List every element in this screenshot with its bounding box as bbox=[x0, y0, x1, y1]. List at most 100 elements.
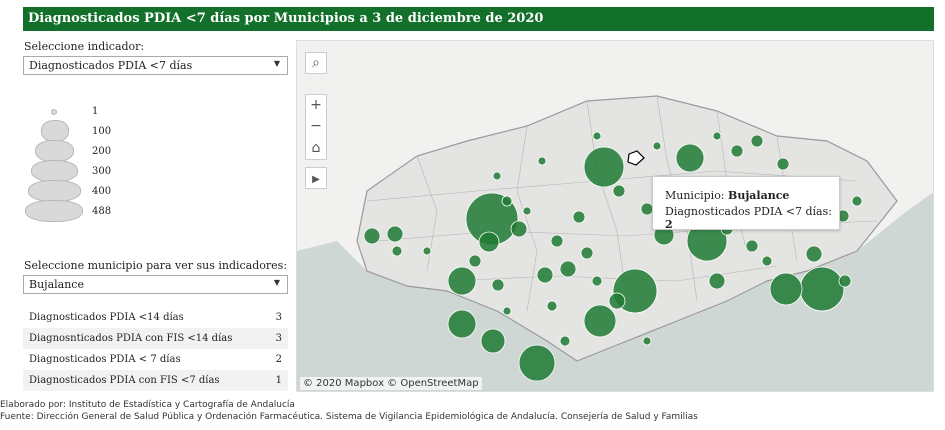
case-bubble[interactable] bbox=[799, 266, 845, 312]
case-bubble[interactable] bbox=[492, 171, 502, 181]
table-row: Diagnosticados PDIA con FIS <7 días 1 bbox=[23, 370, 288, 391]
case-bubble[interactable] bbox=[386, 225, 404, 243]
play-icon: ▶ bbox=[312, 174, 320, 185]
legend-circle-icon bbox=[51, 109, 57, 115]
case-bubble[interactable] bbox=[391, 245, 403, 257]
indicator-value: 2 bbox=[275, 354, 282, 365]
case-bubble[interactable] bbox=[363, 227, 381, 245]
tooltip-municipio-value: Bujalance bbox=[728, 189, 790, 202]
case-bubble[interactable] bbox=[612, 184, 626, 198]
case-bubble[interactable] bbox=[536, 266, 554, 284]
chevron-down-icon: ▼ bbox=[273, 278, 280, 287]
case-bubble[interactable] bbox=[708, 272, 726, 290]
zoom-in-button[interactable]: + bbox=[305, 94, 327, 116]
municipality-selector-label: Seleccione municipio para ver sus indica… bbox=[24, 259, 288, 272]
case-bubble[interactable] bbox=[745, 239, 759, 253]
case-bubble[interactable] bbox=[642, 336, 652, 346]
map-search-button[interactable]: ⌕ bbox=[305, 52, 327, 74]
indicator-value: 1 bbox=[275, 375, 282, 386]
case-bubble[interactable] bbox=[761, 255, 773, 267]
table-row: Diagnosticados PDIA <14 días 3 bbox=[23, 307, 288, 328]
case-bubble[interactable] bbox=[583, 146, 625, 188]
legend-circle-icon bbox=[35, 140, 74, 162]
case-bubble[interactable] bbox=[776, 157, 790, 171]
chevron-down-icon: ▼ bbox=[273, 59, 280, 68]
case-bubble[interactable] bbox=[447, 309, 477, 339]
size-legend-item: 1 bbox=[24, 103, 114, 123]
map-tooltip: Municipio: Bujalance Diagnosticados PDIA… bbox=[652, 176, 840, 231]
size-legend-item: 200 bbox=[24, 140, 114, 163]
size-legend-value: 488 bbox=[92, 206, 112, 217]
table-row: Diagnosticados PDIA < 7 días 2 bbox=[23, 349, 288, 370]
legend-circle-icon bbox=[28, 180, 81, 202]
indicator-value: 3 bbox=[275, 312, 282, 323]
home-icon: ⌂ bbox=[311, 140, 321, 156]
case-bubble[interactable] bbox=[447, 266, 477, 296]
play-button[interactable]: ▶ bbox=[305, 167, 327, 189]
legend-circle-icon bbox=[31, 160, 78, 182]
tooltip-indicator-label: Diagnosticados PDIA <7 días: bbox=[665, 205, 832, 218]
dashboard-title: Diagnosticados PDIA <7 días por Municipi… bbox=[28, 11, 544, 26]
dashboard-title-bar: Diagnosticados PDIA <7 días por Municipi… bbox=[23, 7, 934, 31]
case-bubble[interactable] bbox=[522, 206, 532, 216]
map-attribution[interactable]: © 2020 Mapbox © OpenStreetMap bbox=[300, 377, 482, 390]
legend-circle-icon bbox=[41, 120, 69, 142]
case-bubble[interactable] bbox=[537, 156, 547, 166]
case-bubble[interactable] bbox=[501, 195, 513, 207]
case-bubble[interactable] bbox=[838, 274, 852, 288]
case-bubble[interactable] bbox=[480, 328, 506, 354]
case-bubble[interactable] bbox=[510, 220, 528, 238]
size-legend-value: 400 bbox=[92, 186, 112, 197]
size-legend-item: 300 bbox=[24, 160, 114, 183]
case-bubble[interactable] bbox=[591, 275, 603, 287]
size-legend-value: 300 bbox=[92, 166, 112, 177]
case-bubble[interactable] bbox=[572, 210, 586, 224]
municipality-dropdown-value: Bujalance bbox=[29, 278, 84, 291]
case-bubble[interactable] bbox=[580, 246, 594, 260]
indicator-name: Diagnosnticados PDIA con FIS <14 días bbox=[29, 333, 233, 344]
case-bubble[interactable] bbox=[769, 272, 803, 306]
size-legend-item: 400 bbox=[24, 180, 114, 203]
case-bubble[interactable] bbox=[546, 300, 558, 312]
case-bubble[interactable] bbox=[550, 234, 564, 248]
zoom-out-button[interactable]: − bbox=[305, 116, 327, 138]
indicator-name: Diagnosticados PDIA < 7 días bbox=[29, 354, 181, 365]
case-bubble[interactable] bbox=[468, 254, 482, 268]
size-legend-value: 1 bbox=[92, 106, 99, 117]
case-bubble[interactable] bbox=[559, 335, 571, 347]
case-bubble[interactable] bbox=[750, 134, 764, 148]
search-icon: ⌕ bbox=[312, 55, 320, 71]
indicator-dropdown[interactable]: Diagnosticados PDIA <7 días ▼ bbox=[23, 56, 288, 75]
case-bubble[interactable] bbox=[583, 304, 617, 338]
size-legend-item: 100 bbox=[24, 120, 114, 143]
case-bubble[interactable] bbox=[712, 131, 722, 141]
case-bubble[interactable] bbox=[502, 306, 512, 316]
case-bubble[interactable] bbox=[675, 143, 705, 173]
case-bubble[interactable] bbox=[422, 246, 432, 256]
case-bubble[interactable] bbox=[730, 144, 744, 158]
municipality-dropdown[interactable]: Bujalance ▼ bbox=[23, 275, 288, 294]
case-bubble[interactable] bbox=[851, 195, 863, 207]
size-legend-value: 200 bbox=[92, 146, 112, 157]
footer-source: Fuente: Dirección General de Salud Públi… bbox=[0, 412, 698, 422]
home-button[interactable]: ⌂ bbox=[305, 138, 327, 160]
case-bubble[interactable] bbox=[805, 245, 823, 263]
case-bubble[interactable] bbox=[478, 231, 500, 253]
zoom-out-icon: − bbox=[310, 118, 322, 134]
size-legend-value: 100 bbox=[92, 126, 112, 137]
zoom-in-icon: + bbox=[310, 97, 322, 113]
case-bubble[interactable] bbox=[592, 131, 602, 141]
case-bubble[interactable] bbox=[652, 141, 662, 151]
indicator-selector-label: Seleccione indicador: bbox=[24, 40, 145, 53]
indicator-name: Diagnosticados PDIA con FIS <7 días bbox=[29, 375, 220, 386]
case-bubble[interactable] bbox=[518, 344, 556, 382]
case-bubble[interactable] bbox=[559, 260, 577, 278]
tooltip-indicator-value: 2 bbox=[665, 218, 673, 231]
indicator-table: Diagnosticados PDIA <14 días 3 Diagnosnt… bbox=[23, 307, 288, 391]
indicator-dropdown-value: Diagnosticados PDIA <7 días bbox=[29, 59, 193, 72]
size-legend-item: 488 bbox=[24, 200, 114, 223]
tooltip-municipio-label: Municipio: bbox=[665, 189, 725, 202]
case-bubble[interactable] bbox=[608, 292, 626, 310]
case-bubble[interactable] bbox=[491, 278, 505, 292]
indicator-name: Diagnosticados PDIA <14 días bbox=[29, 312, 184, 323]
